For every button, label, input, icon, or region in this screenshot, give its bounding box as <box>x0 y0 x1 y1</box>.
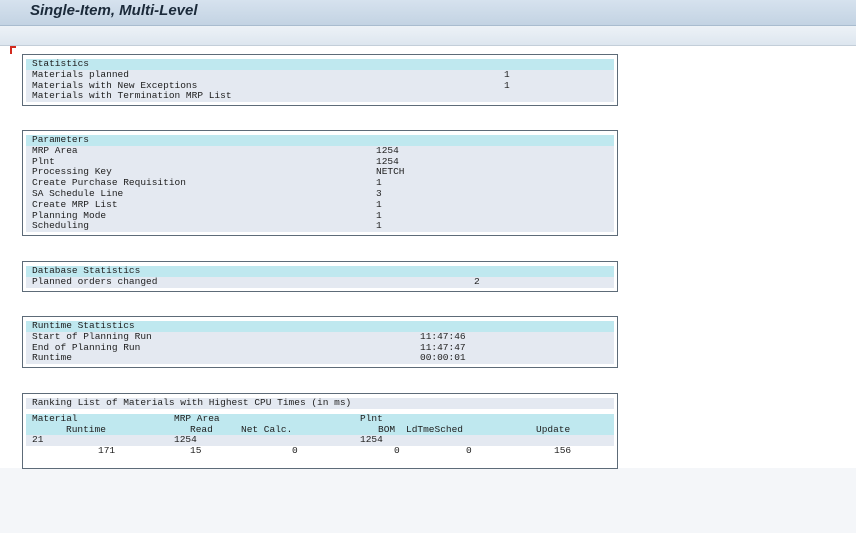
cursor-marker-top <box>10 46 16 48</box>
parameter-row[interactable]: Planning Mode 1 <box>26 210 614 222</box>
statistics-box: Statistics Materials planned 1 Materials… <box>22 54 618 107</box>
report-list[interactable]: Statistics Materials planned 1 Materials… <box>0 46 856 469</box>
database-statistics-box: Database Statistics Planned orders chang… <box>22 261 618 292</box>
parameter-row[interactable]: Scheduling 1 <box>26 221 614 233</box>
runtime-statistics-row[interactable]: Runtime 00:00:01 <box>26 353 614 365</box>
runtime-statistics-box: Runtime Statistics Start of Planning Run… <box>22 316 618 369</box>
parameters-box: Parameters MRP Area 1254 Plnt 1254 Proce… <box>22 130 618 237</box>
runtime-statistics-row[interactable]: End of Planning Run 11:47:47 <box>26 342 614 354</box>
ranking-column-header-2: Runtime Read Net Calc. BOM LdTmeSched Up… <box>26 424 614 436</box>
parameter-row[interactable]: MRP Area 1254 <box>26 145 614 157</box>
parameters-header: Parameters <box>26 134 614 146</box>
application-toolbar <box>0 26 856 46</box>
ranking-row-values[interactable]: 171 15 0 0 0 156 <box>26 445 614 457</box>
statistics-row[interactable]: Materials planned 1 <box>26 69 614 81</box>
parameter-row[interactable]: Create MRP List 1 <box>26 199 614 211</box>
runtime-statistics-row[interactable]: Start of Planning Run 11:47:46 <box>26 331 614 343</box>
parameter-row[interactable]: Plnt 1254 <box>26 156 614 168</box>
ranking-header: Ranking List of Materials with Highest C… <box>26 397 614 409</box>
ranking-list-box: Ranking List of Materials with Highest C… <box>22 393 618 469</box>
window-title: Single-Item, Multi-Level <box>30 2 198 19</box>
statistics-row[interactable]: Materials with Termination MRP List <box>26 91 614 103</box>
database-statistics-row[interactable]: Planned orders changed 2 <box>26 276 614 288</box>
title-bar: Single-Item, Multi-Level <box>0 0 856 26</box>
ranking-column-header-1: Material MRP Area Plnt <box>26 413 614 425</box>
